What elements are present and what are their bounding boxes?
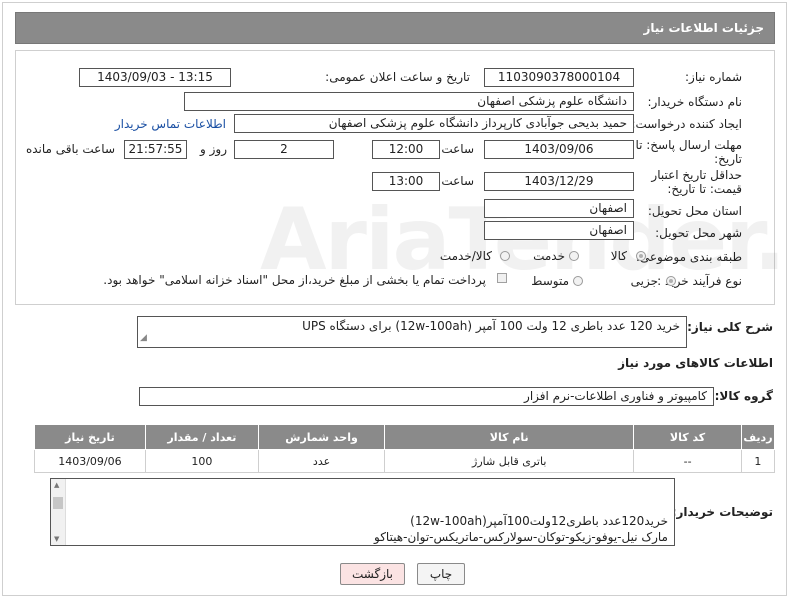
reply-deadline-label: مهلت ارسال پاسخ: تا تاریخ:	[635, 138, 742, 166]
col-header-quantity: تعداد / مقدار	[144, 424, 259, 450]
category-option-goods-service: کالا/خدمت	[439, 249, 492, 263]
print-button[interactable]: چاپ	[417, 563, 465, 585]
buyer-notes-label: توضیحات خریدار:	[671, 505, 773, 519]
goods-table: ردیف کد کالا نام کالا واحد شمارش تعداد /…	[34, 424, 776, 473]
purchase-type-option-minor: جزیی	[630, 274, 658, 288]
resize-grip-icon[interactable]: ◢	[140, 329, 147, 347]
delivery-province-field: اصفهان	[484, 199, 634, 218]
treasury-bonds-note: پرداخت تمام یا بخشی از مبلغ خرید،از محل …	[103, 273, 486, 287]
cell-unit: عدد	[257, 449, 386, 473]
notes-scrollbar[interactable]: ▲ ▼	[51, 479, 66, 545]
buyer-notes-text: خرید120عدد باطری12ولت100آمپر(12w-100ah) …	[374, 514, 668, 544]
back-button[interactable]: بازگشت	[340, 563, 405, 585]
category-option-goods: کالا	[610, 249, 627, 263]
purchase-type-option-medium: متوسط	[531, 274, 569, 288]
remaining-time-field: 21:57:55	[124, 140, 187, 159]
goods-table-header-row: ردیف کد کالا نام کالا واحد شمارش تعداد /…	[34, 424, 776, 450]
need-number-field: 1103090378000104	[484, 68, 634, 87]
category-label: طبقه بندی موضوعی:	[635, 250, 742, 264]
buyer-contact-link[interactable]: اطلاعات تماس خریدار	[115, 117, 226, 131]
page-title: جزئیات اطلاعات نیاز	[643, 21, 764, 35]
scroll-thumb[interactable]	[53, 497, 63, 509]
summary-label: شرح کلی نیاز:	[687, 320, 773, 334]
delivery-city-field: اصفهان	[484, 221, 634, 240]
announce-datetime-label: تاریخ و ساعت اعلان عمومی:	[325, 70, 470, 84]
goods-group-label: گروه کالا:	[714, 389, 773, 403]
cell-item-code: --	[633, 449, 742, 473]
remaining-days-field: 2	[234, 140, 334, 159]
category-radio-service[interactable]	[569, 251, 579, 261]
summary-text: خرید 120 عدد باطری 12 ولت 100 آمپر (12w-…	[302, 319, 680, 333]
reply-deadline-time-label: ساعت	[441, 142, 474, 156]
price-validity-time-label: ساعت	[441, 174, 474, 188]
purchase-type-radio-minor[interactable]	[666, 276, 676, 286]
col-header-item-name: نام کالا	[384, 424, 635, 450]
cell-quantity: 100	[144, 449, 259, 473]
remaining-time-label: ساعت باقی مانده	[25, 142, 115, 156]
cell-need-date: 1403/09/06	[34, 449, 146, 473]
category-option-service: خدمت	[533, 249, 565, 263]
reply-deadline-time-field: 12:00	[372, 140, 440, 159]
goods-group-field: کامپیوتر و فناوری اطلاعات-نرم افزار	[139, 387, 714, 406]
buyer-org-field: دانشگاه علوم پزشکی اصفهان	[184, 92, 634, 111]
delivery-province-label: استان محل تحویل:	[647, 204, 742, 218]
cell-item-name: باتری قابل شارژ	[384, 449, 635, 473]
page-header: جزئیات اطلاعات نیاز	[15, 12, 775, 44]
buyer-notes-field[interactable]: ▲ ▼ خرید120عدد باطری12ولت100آمپر(12w-100…	[50, 478, 675, 546]
price-validity-time-field: 13:00	[372, 172, 440, 191]
requester-field: حمید بدیحی جوآبادی کارپرداز دانشگاه علوم…	[234, 114, 634, 133]
category-radio-goods[interactable]	[636, 251, 646, 261]
price-validity-label: حداقل تاریخ اعتبار قیمت: تا تاریخ:	[651, 168, 742, 196]
price-validity-date-field: 1403/12/29	[484, 172, 634, 191]
col-header-unit: واحد شمارش	[257, 424, 386, 450]
col-header-need-date: تاریخ نیاز	[34, 424, 146, 450]
delivery-city-label: شهر محل تحویل:	[655, 226, 742, 240]
cell-row-number: 1	[740, 449, 776, 473]
goods-section-title: اطلاعات کالاهای مورد نیاز	[618, 356, 773, 370]
summary-field: خرید 120 عدد باطری 12 ولت 100 آمپر (12w-…	[137, 316, 687, 348]
col-header-row-number: ردیف	[740, 424, 776, 450]
buyer-org-label: نام دستگاه خریدار:	[647, 95, 743, 109]
scroll-down-icon[interactable]: ▼	[54, 535, 59, 543]
scroll-up-icon[interactable]: ▲	[54, 481, 59, 489]
requester-label: ایجاد کننده درخواست:	[631, 117, 742, 131]
col-header-item-code: کد کالا	[633, 424, 742, 450]
reply-deadline-date-field: 1403/09/06	[484, 140, 634, 159]
need-number-label: شماره نیاز:	[685, 70, 742, 84]
purchase-type-radio-medium[interactable]	[573, 276, 583, 286]
category-radio-goods-service[interactable]	[500, 251, 510, 261]
remaining-days-label: روز و	[200, 142, 227, 156]
treasury-bonds-checkbox[interactable]	[497, 273, 507, 283]
table-row: 1 -- باتری قابل شارژ عدد 100 1403/09/06	[34, 449, 776, 473]
announce-datetime-field: 1403/09/03 - 13:15	[79, 68, 231, 87]
